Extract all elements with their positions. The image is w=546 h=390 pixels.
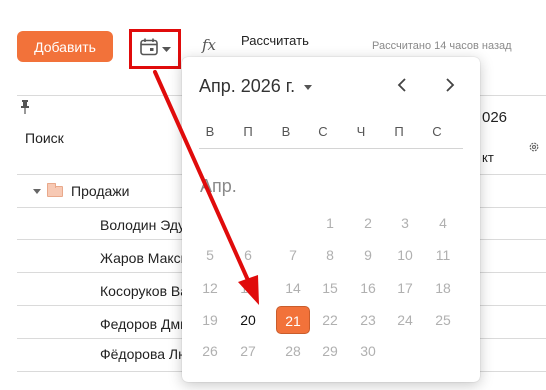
weekday-label: В — [205, 124, 215, 139]
calendar-day[interactable]: 3 — [388, 209, 422, 237]
pin-icon[interactable] — [20, 100, 30, 119]
calendar-day[interactable]: 7 — [276, 241, 310, 269]
chevron-right-icon[interactable] — [444, 77, 456, 98]
calculate-button[interactable]: Рассчитать — [241, 33, 309, 48]
calendar-day[interactable]: 29 — [313, 337, 347, 365]
calendar-day[interactable]: 14 — [276, 274, 310, 302]
calendar-day[interactable]: 15 — [313, 274, 347, 302]
calendar-day-selected[interactable]: 21 — [276, 306, 310, 334]
weekday-label: С — [318, 124, 328, 139]
chevron-down-icon — [162, 40, 171, 58]
calendar-day[interactable]: 4 — [426, 209, 460, 237]
formula-icon[interactable]: fx — [202, 36, 216, 54]
expand-caret-icon[interactable] — [33, 188, 41, 194]
calendar-day[interactable]: 26 — [193, 337, 227, 365]
weekday-header: В П В С Ч П С — [200, 124, 462, 144]
calendar-day[interactable]: 1 — [313, 209, 347, 237]
calendar-popup: Апр. 2026 г. В П В С Ч П С Апр. 12345678… — [182, 57, 480, 382]
table-row-person[interactable]: Фёдорова Людмила — [100, 346, 182, 362]
weekday-label: Ч — [356, 124, 366, 139]
weekday-label: В — [281, 124, 291, 139]
chevron-down-icon — [304, 85, 313, 90]
calendar-day[interactable]: 25 — [426, 306, 460, 334]
table-row-person[interactable]: Федоров Дмитрий — [100, 316, 182, 332]
calendar-day[interactable]: 2 — [351, 209, 385, 237]
column-header-label: кт — [482, 150, 494, 165]
calendar-day[interactable]: 11 — [426, 241, 460, 269]
group-row-sales[interactable]: Продажи — [33, 182, 130, 199]
calendar-day[interactable]: 13 — [231, 274, 265, 302]
column-header-year: 026 — [482, 109, 508, 126]
calendar-day[interactable]: 6 — [231, 241, 265, 269]
month-year-label: Апр. 2026 г. — [199, 76, 296, 96]
weekday-label: С — [432, 124, 442, 139]
calendar-day[interactable]: 30 — [351, 337, 385, 365]
add-button[interactable]: Добавить — [17, 31, 113, 62]
calendar-day[interactable]: 22 — [313, 306, 347, 334]
table-row-person[interactable]: Жаров Максим — [100, 250, 182, 266]
calendar-day[interactable]: 12 — [193, 274, 227, 302]
calendar-day[interactable]: 19 — [193, 306, 227, 334]
calendar-dropdown-button[interactable] — [129, 29, 181, 69]
weekday-divider — [199, 148, 463, 149]
calendar-day[interactable]: 16 — [351, 274, 385, 302]
weekday-label: П — [394, 124, 404, 139]
calendar-day[interactable]: 20 — [231, 306, 265, 334]
calendar-day[interactable]: 9 — [351, 241, 385, 269]
calendar-day[interactable]: 24 — [388, 306, 422, 334]
group-label: Продажи — [71, 183, 130, 199]
month-label: Апр. — [200, 176, 237, 196]
calendar-day[interactable]: 5 — [193, 241, 227, 269]
search-label[interactable]: Поиск — [25, 130, 64, 146]
table-row-person[interactable]: Косоруков Валерий — [100, 283, 182, 299]
calendar-day[interactable]: 17 — [388, 274, 422, 302]
chevron-left-icon[interactable] — [396, 77, 408, 98]
calendar-icon — [139, 37, 159, 62]
weekday-label: П — [243, 124, 253, 139]
calendar-day[interactable]: 10 — [388, 241, 422, 269]
calc-status-text: Рассчитано 14 часов назад — [372, 40, 512, 52]
table-row-person[interactable]: Володин Эдуард — [100, 217, 182, 233]
folder-icon — [47, 182, 63, 197]
calendar-day[interactable]: 23 — [351, 306, 385, 334]
calendar-day[interactable]: 28 — [276, 337, 310, 365]
calendar-day[interactable]: 27 — [231, 337, 265, 365]
gear-icon[interactable] — [528, 140, 540, 158]
month-year-select[interactable]: Апр. 2026 г. — [199, 76, 313, 97]
calendar-day[interactable]: 8 — [313, 241, 347, 269]
calendar-day[interactable]: 18 — [426, 274, 460, 302]
